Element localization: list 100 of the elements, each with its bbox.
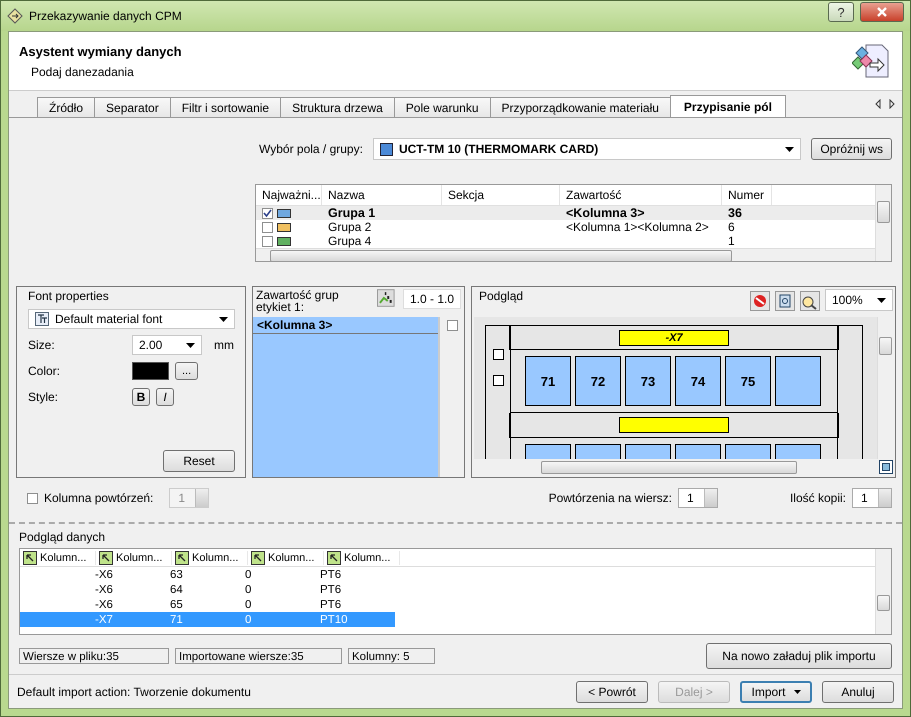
table-row[interactable]: -X6 63 0 PT6 (20, 567, 395, 582)
tab[interactable]: Źródło (37, 97, 96, 117)
checkbox[interactable] (262, 222, 273, 233)
table-cell: -X6 (95, 598, 113, 610)
caret-icon (219, 316, 228, 322)
footer-button[interactable]: Anuluj (822, 680, 894, 702)
column-header[interactable]: Kolumn... (248, 550, 324, 564)
table-cell: -X6 (95, 568, 113, 580)
table-row[interactable]: Grupa 4 1 (256, 234, 875, 248)
column-header[interactable]: Numer (722, 185, 772, 205)
wizard-title: Asystent wymiany danych (19, 44, 183, 58)
column-header[interactable]: Kolumn... (172, 550, 248, 564)
checkbox[interactable] (262, 208, 273, 219)
table-cell: 63 (170, 568, 183, 580)
caret-icon (877, 298, 886, 302)
window-title: Przekazywanie danych CPM (29, 9, 183, 23)
table-cell: 65 (170, 598, 183, 610)
tab[interactable]: Filtr i sortowanie (170, 97, 282, 117)
section-title: Podgląd danych (19, 530, 106, 544)
table-cell: <Kolumna 3> (566, 206, 644, 220)
checkbox[interactable] (27, 492, 38, 504)
table-row[interactable]: -X6 65 0 PT6 (20, 597, 395, 612)
column-header[interactable]: Kolumn... (96, 550, 172, 564)
horizontal-scrollbar[interactable] (256, 248, 875, 261)
tab[interactable]: Przyporządkowanie materiału (490, 97, 671, 117)
zoom-icon[interactable] (800, 291, 820, 311)
color-picker-button[interactable]: ... (175, 362, 198, 380)
status-field: Importowane wiersze:35 (175, 648, 342, 664)
size-dropdown[interactable]: 2.00 (132, 335, 202, 355)
reset-button[interactable]: Reset (163, 450, 235, 472)
bold-button[interactable]: B (132, 388, 150, 406)
vertical-scrollbar[interactable] (877, 317, 893, 459)
fit-icon[interactable] (879, 460, 893, 474)
zoom-dropdown[interactable]: 100% (825, 289, 893, 311)
unit-label: mm (214, 338, 234, 352)
table-cell: 0 (245, 614, 252, 626)
tab[interactable]: Struktura drzewa (280, 97, 395, 117)
marker-cell: 71 (525, 356, 571, 406)
column-header[interactable]: Kolumn... (20, 550, 96, 564)
size-label: Size: (28, 338, 56, 352)
repeat-column-label: Kolumna powtórzeń: (44, 491, 154, 505)
table-cell: 64 (170, 584, 183, 596)
copies-label: Ilość kopii: (790, 491, 846, 505)
tab[interactable]: Pole warunku (394, 97, 490, 117)
panel-title: Zawartość grup etykiet 1: (256, 289, 340, 313)
table-cell: 0 (245, 584, 252, 596)
table-cell: PT10 (320, 614, 348, 626)
fit-page-icon[interactable] (775, 291, 795, 311)
square-icon (492, 375, 504, 386)
arrow-icon (327, 550, 341, 564)
field-selector-label: Wybór pola / grupy: (259, 142, 363, 156)
range-field[interactable]: 1.0 - 1.0 (402, 289, 461, 309)
close-icon (876, 7, 888, 17)
footer-button[interactable]: < Powrót (576, 680, 648, 702)
table-row[interactable]: Grupa 2 <Kolumna 1><Kolumna 2> 6 (256, 220, 875, 234)
table-cell: <Kolumna 1><Kolumna 2> (566, 220, 709, 234)
column-header[interactable]: Zawartość (560, 185, 722, 205)
table-row[interactable]: Grupa 1 <Kolumna 3> 36 (256, 206, 875, 220)
table-cell: 0 (245, 568, 252, 580)
copies-spinner[interactable]: 1 (852, 488, 892, 508)
font-dropdown[interactable]: Default material font (28, 309, 235, 329)
italic-button[interactable]: I (156, 388, 174, 406)
table-cell: 71 (170, 614, 183, 626)
default-action-text: Default import action: Tworzenie dokumentu (17, 684, 251, 698)
column-header[interactable]: Najważni... (256, 185, 322, 205)
arrow-icon (175, 550, 189, 564)
table-cell: 0 (245, 598, 252, 610)
column-header[interactable]: Nazwa (322, 185, 442, 205)
wizard-subtitle: Podaj danezadania (30, 64, 135, 78)
checkbox[interactable] (262, 236, 273, 247)
checkbox[interactable] (446, 320, 458, 331)
color-swatch[interactable] (132, 362, 169, 380)
table-cell-text: 6 (727, 220, 736, 234)
import-split-button[interactable]: Import (740, 680, 812, 702)
no-entry-icon[interactable] (750, 291, 770, 311)
square-icon (492, 349, 504, 360)
repeats-per-row-spinner[interactable]: 1 (678, 488, 718, 508)
diamond-arrows-icon (7, 8, 23, 24)
close-button[interactable] (860, 2, 904, 22)
clear-button[interactable]: Opróżnij ws (811, 138, 892, 160)
status-field: Wiersze w pliku:35 (19, 648, 169, 664)
vertical-scrollbar[interactable] (875, 549, 891, 634)
table-cell-text: 1 (727, 234, 736, 248)
reload-button[interactable]: Na nowo załaduj plik importu (706, 643, 892, 669)
style-label: Style: (28, 390, 60, 404)
table-cell-text: Grupa 2 (327, 220, 372, 234)
vertical-scrollbar[interactable] (875, 185, 891, 261)
tab-scroll-arrows-icon[interactable] (874, 99, 896, 109)
column-header[interactable]: Sekcja (442, 185, 560, 205)
tab[interactable]: Przypisanie pól (670, 95, 786, 117)
marker-label: -X7 (619, 330, 729, 346)
help-button[interactable]: ? (828, 2, 854, 22)
table-row[interactable]: -X6 64 0 PT6 (20, 582, 395, 597)
numbering-icon[interactable] (377, 289, 395, 307)
field-group-dropdown[interactable]: UCT-TM 10 (THERMOMARK CARD) (372, 138, 802, 160)
column-header[interactable]: Kolumn... (324, 550, 400, 564)
status-field: Kolumny: 5 (348, 648, 435, 664)
list-item[interactable]: <Kolumna 3> (253, 317, 438, 334)
arrow-icon (251, 550, 265, 564)
tab[interactable]: Separator (94, 97, 171, 117)
